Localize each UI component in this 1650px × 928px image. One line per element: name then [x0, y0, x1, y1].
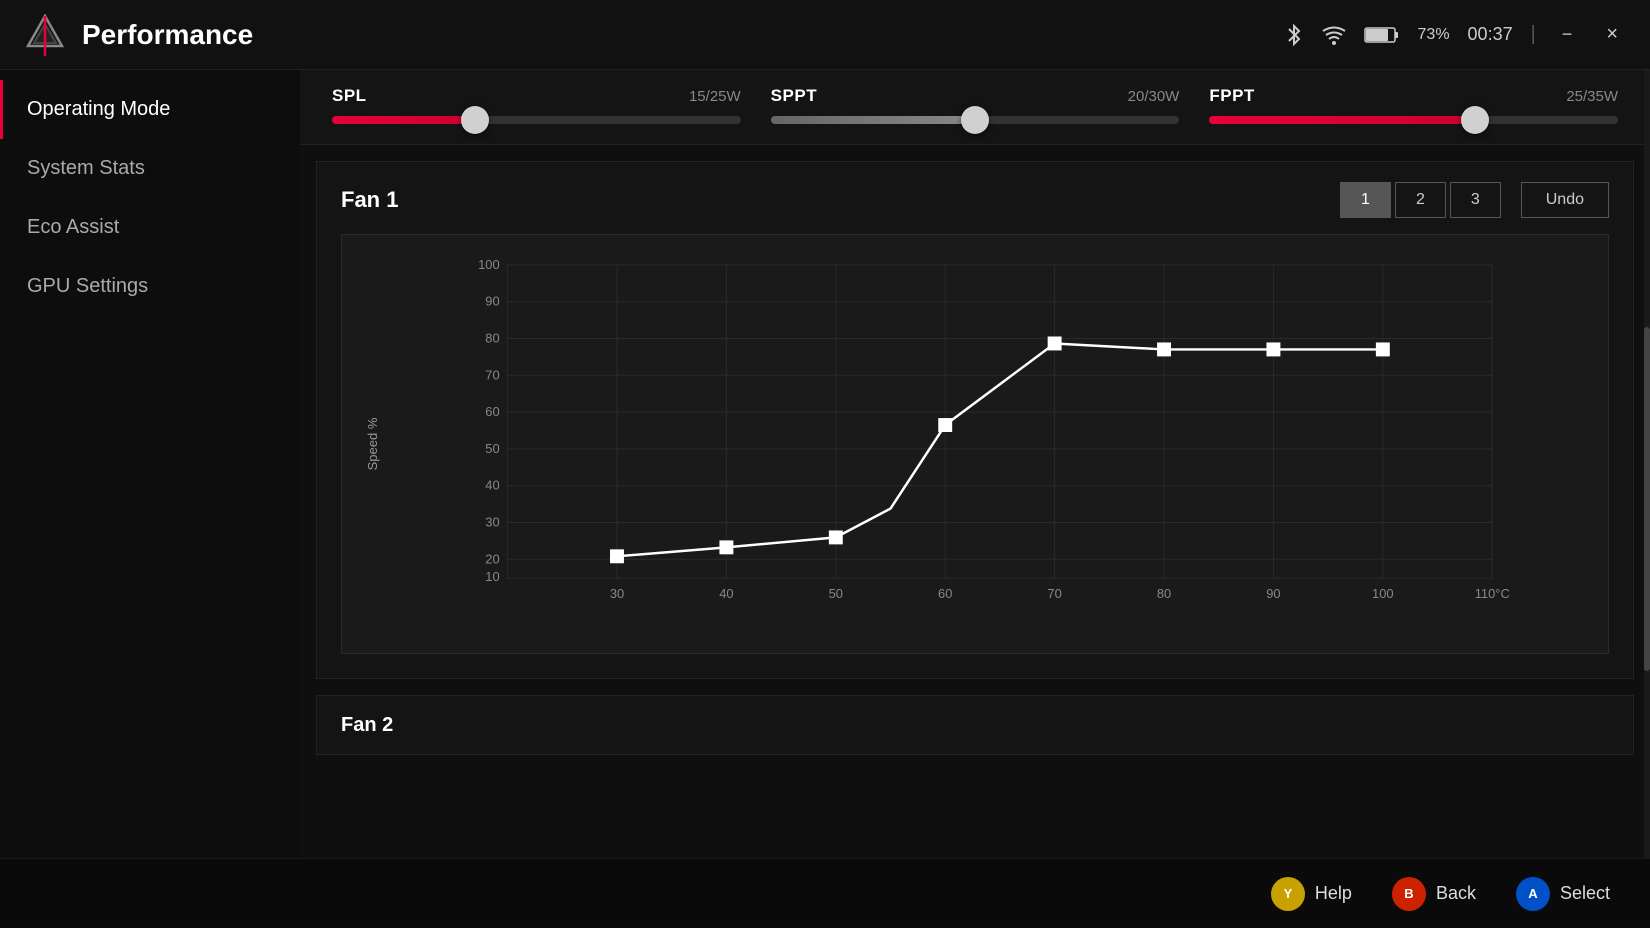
minimize-button[interactable]: −: [1554, 20, 1581, 49]
separator: |: [1531, 23, 1536, 46]
svg-text:60: 60: [938, 586, 952, 601]
wifi-icon: [1322, 25, 1346, 45]
svg-text:100: 100: [1372, 586, 1394, 601]
svg-text:70: 70: [1047, 586, 1061, 601]
sidebar-item-operating-mode[interactable]: Operating Mode: [0, 80, 300, 139]
battery-percent: 73%: [1418, 26, 1450, 44]
svg-text:40: 40: [485, 478, 499, 493]
sidebar-item-system-stats[interactable]: System Stats: [0, 139, 300, 198]
sppt-slider-group: SPPT 20/30W: [771, 86, 1180, 124]
svg-text:30: 30: [610, 586, 624, 601]
titlebar: Performance 73% 00:37 | − ×: [0, 0, 1650, 70]
sidebar-item-eco-assist[interactable]: Eco Assist: [0, 198, 300, 257]
y-button-icon[interactable]: Y: [1271, 877, 1305, 911]
sidebar: Operating Mode System Stats Eco Assist G…: [0, 70, 300, 928]
fan1-card: Fan 1 1 2 3 Undo Speed %: [316, 161, 1634, 679]
back-action: B Back: [1392, 877, 1476, 911]
svg-text:30: 30: [485, 514, 499, 529]
fppt-fill: [1209, 116, 1475, 124]
fppt-value: 25/35W: [1566, 88, 1618, 105]
fan1-tab-1[interactable]: 1: [1340, 182, 1391, 218]
svg-text:70: 70: [485, 367, 499, 382]
svg-text:100: 100: [478, 257, 500, 272]
spl-track: [332, 116, 741, 124]
sppt-track: [771, 116, 1180, 124]
select-label: Select: [1560, 883, 1610, 904]
svg-text:40: 40: [719, 586, 733, 601]
svg-text:80: 80: [485, 330, 499, 345]
chart-point-2[interactable]: [829, 530, 843, 544]
scrollbar: [1644, 70, 1650, 928]
svg-text:50: 50: [485, 441, 499, 456]
main-layout: Operating Mode System Stats Eco Assist G…: [0, 70, 1650, 928]
fan1-undo-button[interactable]: Undo: [1521, 182, 1609, 218]
fan1-chart: Speed %: [341, 234, 1609, 654]
sliders-row: SPL 15/25W SPPT 20/30W: [332, 86, 1618, 124]
app-title: Performance: [82, 19, 253, 51]
scrollbar-thumb[interactable]: [1644, 327, 1650, 670]
y-axis-label: Speed %: [365, 418, 380, 471]
spl-fill: [332, 116, 475, 124]
chart-point-6[interactable]: [1266, 342, 1280, 356]
bluetooth-icon: [1284, 24, 1304, 46]
svg-text:10: 10: [485, 569, 499, 584]
fan1-header: Fan 1 1 2 3 Undo: [341, 182, 1609, 218]
fan2-title: Fan 2: [341, 714, 393, 737]
back-label: Back: [1436, 883, 1476, 904]
time-display: 00:37: [1468, 24, 1513, 45]
sidebar-item-gpu-settings[interactable]: GPU Settings: [0, 257, 300, 316]
svg-text:90: 90: [485, 294, 499, 309]
fppt-slider-group: FPPT 25/35W: [1209, 86, 1618, 124]
help-action: Y Help: [1271, 877, 1352, 911]
spl-value: 15/25W: [689, 88, 741, 105]
select-action: A Select: [1516, 877, 1610, 911]
svg-text:80: 80: [1157, 586, 1171, 601]
sppt-label: SPPT: [771, 86, 817, 106]
fppt-label: FPPT: [1209, 86, 1254, 106]
b-button-icon[interactable]: B: [1392, 877, 1426, 911]
fan1-tabs: 1 2 3: [1340, 182, 1501, 218]
svg-text:90: 90: [1266, 586, 1280, 601]
help-label: Help: [1315, 883, 1352, 904]
chart-point-5[interactable]: [1157, 342, 1171, 356]
spl-thumb[interactable]: [461, 106, 489, 134]
titlebar-left: Performance: [24, 14, 253, 56]
fppt-track: [1209, 116, 1618, 124]
bottom-bar: Y Help B Back A Select: [0, 858, 1650, 928]
battery-icon: [1364, 26, 1400, 44]
spl-slider-group: SPL 15/25W: [332, 86, 741, 124]
a-button-icon[interactable]: A: [1516, 877, 1550, 911]
spl-label: SPL: [332, 86, 367, 106]
chart-point-3[interactable]: [938, 418, 952, 432]
chart-wrapper: Speed %: [342, 235, 1608, 653]
svg-text:50: 50: [829, 586, 843, 601]
content-area: SPL 15/25W SPPT 20/30W: [300, 70, 1650, 928]
sppt-thumb[interactable]: [961, 106, 989, 134]
sliders-section: SPL 15/25W SPPT 20/30W: [300, 70, 1650, 145]
fan1-chart-svg: 100 90 80 70 60 50 40 30 20 10 30: [402, 245, 1568, 613]
titlebar-right: 73% 00:37 | − ×: [1284, 19, 1626, 50]
chart-point-4[interactable]: [1048, 337, 1062, 351]
fan1-tab-2[interactable]: 2: [1395, 182, 1446, 218]
app-logo-icon: [24, 14, 66, 56]
chart-point-7[interactable]: [1376, 342, 1390, 356]
svg-text:20: 20: [485, 551, 499, 566]
svg-text:110°C: 110°C: [1475, 586, 1510, 601]
chart-point-1[interactable]: [719, 540, 733, 554]
sppt-fill: [771, 116, 975, 124]
fppt-thumb[interactable]: [1461, 106, 1489, 134]
fan1-title: Fan 1: [341, 187, 398, 213]
close-button[interactable]: ×: [1598, 19, 1626, 50]
chart-point-0[interactable]: [610, 549, 624, 563]
fan2-card: Fan 2: [316, 695, 1634, 755]
fan1-tab-3[interactable]: 3: [1450, 182, 1501, 218]
svg-text:60: 60: [485, 404, 499, 419]
sppt-value: 20/30W: [1128, 88, 1180, 105]
